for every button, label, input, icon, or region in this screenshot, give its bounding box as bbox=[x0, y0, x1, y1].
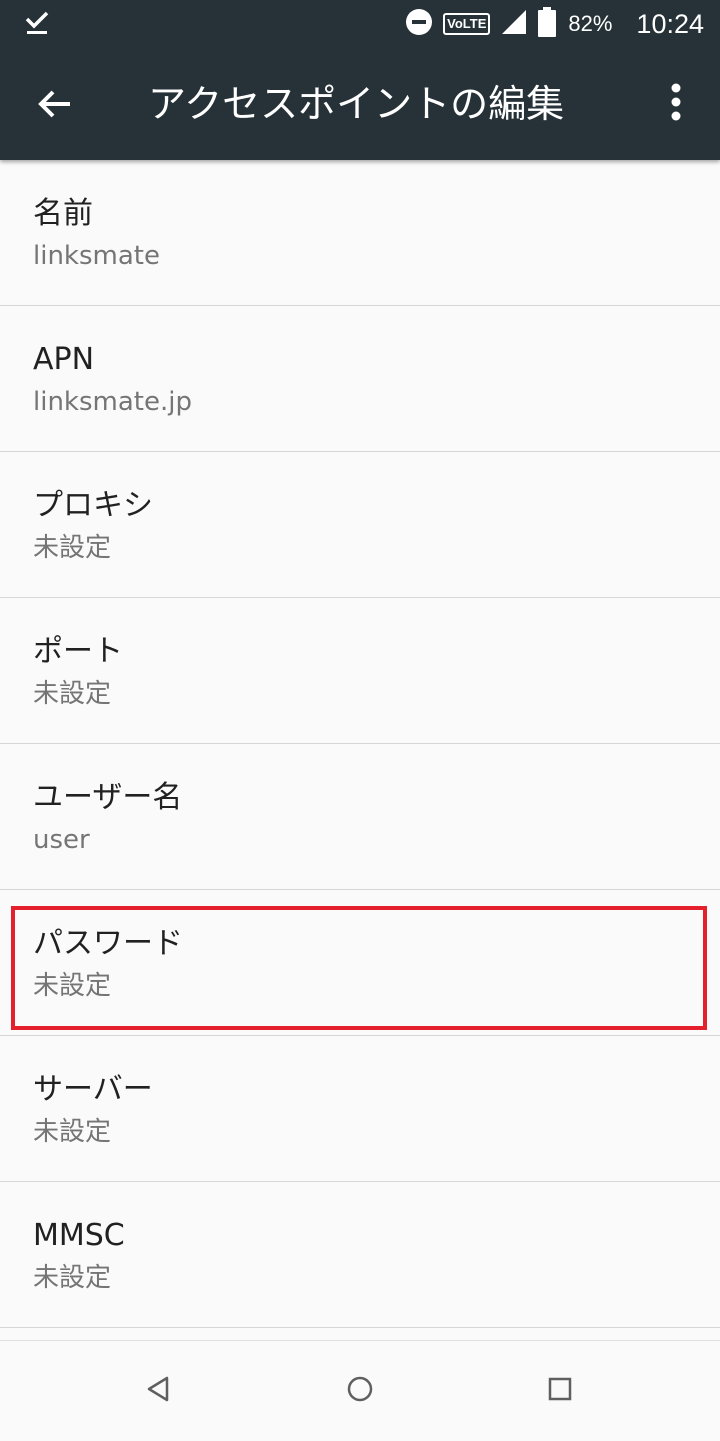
setting-value: 未設定 bbox=[33, 679, 112, 709]
back-button[interactable] bbox=[24, 76, 84, 136]
status-icons: VoLTE 82% 10:24 bbox=[405, 0, 704, 48]
status-bar: VoLTE 82% 10:24 bbox=[0, 0, 720, 48]
setting-label: ポート bbox=[33, 634, 123, 669]
app-bar: VoLTE 82% 10:24 アクセスポイントの編集 bbox=[0, 0, 720, 160]
nav-home-button[interactable] bbox=[336, 1367, 384, 1415]
setting-item-username[interactable]: ユーザー名 user bbox=[0, 744, 720, 890]
setting-label: ユーザー名 bbox=[33, 780, 183, 815]
setting-item-port[interactable]: ポート 未設定 bbox=[0, 598, 720, 744]
battery-percent: 82% bbox=[568, 11, 613, 36]
setting-label: APN bbox=[33, 342, 95, 377]
setting-value: 未設定 bbox=[33, 533, 112, 563]
circle-home-icon bbox=[346, 1375, 374, 1407]
do-not-disturb-icon bbox=[405, 8, 433, 40]
setting-label: プロキシ bbox=[33, 488, 153, 523]
more-vert-icon bbox=[670, 82, 682, 126]
setting-label: サーバー bbox=[33, 1072, 153, 1107]
apn-settings-list: 名前 linksmate APN linksmate.jp プロキシ 未設定 ポ… bbox=[0, 160, 720, 1328]
square-recents-icon bbox=[547, 1376, 573, 1406]
nav-recents-button[interactable] bbox=[536, 1367, 584, 1415]
setting-item-apn[interactable]: APN linksmate.jp bbox=[0, 306, 720, 452]
toolbar: アクセスポイントの編集 bbox=[0, 48, 720, 160]
setting-value: linksmate bbox=[33, 241, 160, 271]
page-title: アクセスポイントの編集 bbox=[148, 82, 565, 126]
setting-item-proxy[interactable]: プロキシ 未設定 bbox=[0, 452, 720, 598]
setting-item-name[interactable]: 名前 linksmate bbox=[0, 160, 720, 306]
signal-icon bbox=[500, 8, 528, 40]
setting-label: MMSC bbox=[33, 1218, 125, 1253]
clock: 10:24 bbox=[636, 8, 704, 39]
setting-item-server[interactable]: サーバー 未設定 bbox=[0, 1036, 720, 1182]
battery-icon bbox=[538, 7, 557, 41]
setting-label: 名前 bbox=[33, 196, 93, 231]
arrow-back-icon bbox=[36, 86, 72, 126]
triangle-back-icon bbox=[145, 1375, 171, 1407]
setting-value: linksmate.jp bbox=[33, 387, 192, 417]
highlight-box bbox=[11, 906, 707, 1030]
volte-badge: VoLTE bbox=[443, 13, 491, 35]
setting-item-mmsc[interactable]: MMSC 未設定 bbox=[0, 1182, 720, 1328]
check-icon bbox=[24, 10, 50, 36]
setting-value: 未設定 bbox=[33, 1263, 112, 1293]
setting-value: 未設定 bbox=[33, 1117, 112, 1147]
nav-back-button[interactable] bbox=[134, 1367, 182, 1415]
navigation-bar bbox=[0, 1340, 720, 1441]
setting-value: user bbox=[33, 825, 90, 855]
overflow-menu-button[interactable] bbox=[650, 74, 702, 134]
